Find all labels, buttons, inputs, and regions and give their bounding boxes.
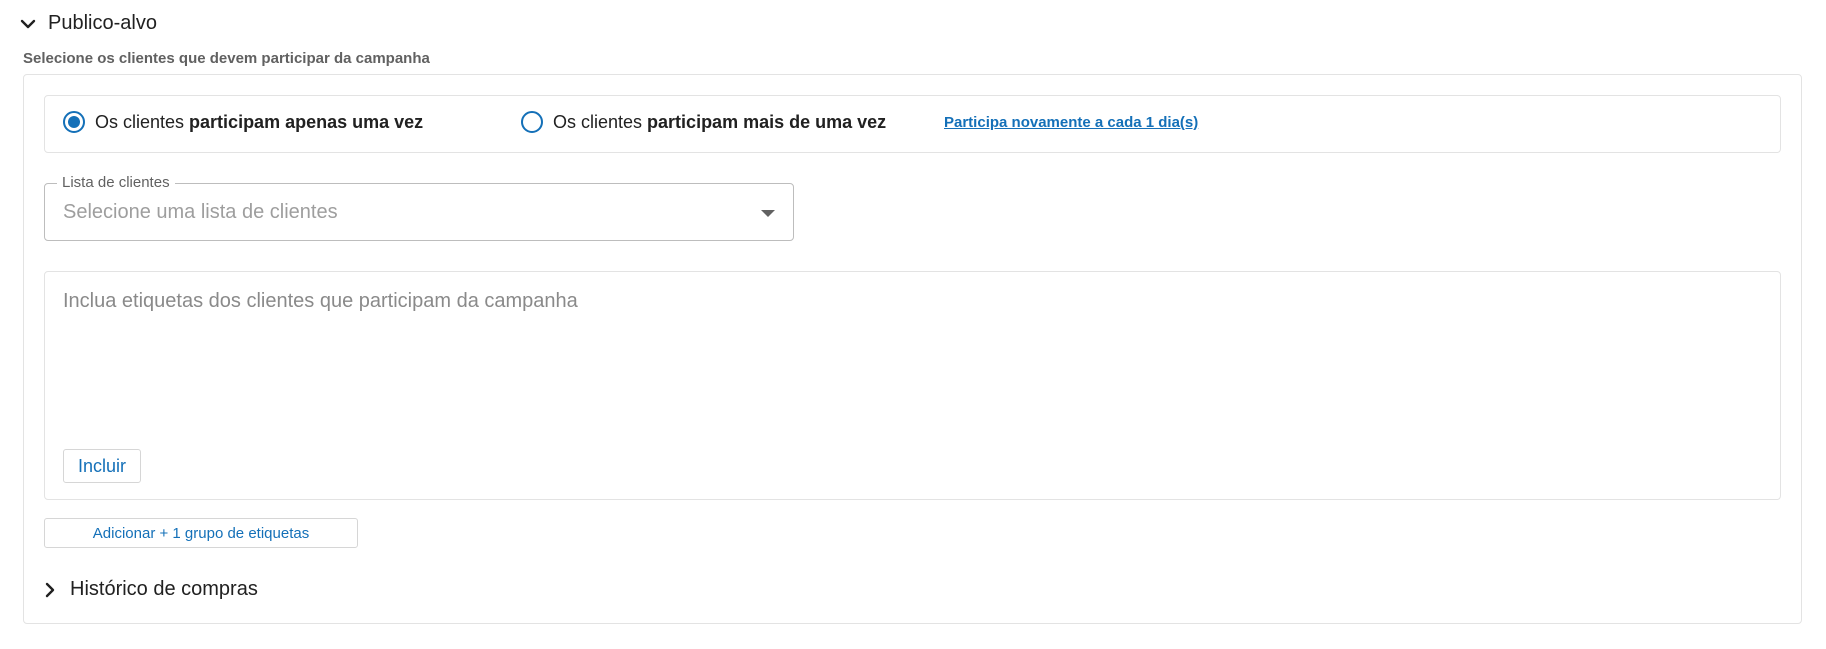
- tags-input-area[interactable]: Inclua etiquetas dos clientes que partic…: [44, 271, 1781, 500]
- client-list-select[interactable]: Lista de clientes Selecione uma lista de…: [44, 174, 794, 241]
- radio-label-bold: participam mais de uma vez: [647, 111, 887, 132]
- chevron-right-icon: [45, 582, 55, 597]
- tags-placeholder: Inclua etiquetas dos clientes que partic…: [63, 290, 578, 312]
- radio-label-prefix: Os clientes: [553, 111, 648, 132]
- radio-participate-multiple[interactable]: Os clientes participam mais de uma vez: [521, 111, 886, 133]
- section-title: Publico-alvo: [48, 12, 157, 34]
- include-tags-button[interactable]: Incluir: [63, 449, 142, 483]
- radio-label-prefix: Os clientes: [95, 111, 190, 132]
- radio-dot: [68, 116, 80, 128]
- client-list-placeholder: Selecione uma lista de clientes: [63, 201, 338, 223]
- radio-participate-once-label: Os clientes participam apenas uma vez: [95, 112, 423, 133]
- history-title: Histórico de compras: [70, 578, 258, 600]
- participation-options: Os clientes participam apenas uma vez Os…: [44, 95, 1781, 153]
- caret-down-icon: [761, 210, 775, 217]
- section-toggle-historico[interactable]: Histórico de compras: [40, 578, 258, 601]
- section-subtitle: Selecione os clientes que devem particip…: [23, 50, 430, 67]
- repeat-interval-link[interactable]: Participa novamente a cada 1 dia(s): [944, 114, 1198, 131]
- radio-checked-icon: [63, 111, 85, 133]
- client-list-label: Lista de clientes: [57, 174, 175, 191]
- radio-participate-multiple-label: Os clientes participam mais de uma vez: [553, 112, 886, 133]
- add-tag-group-button[interactable]: Adicionar + 1 grupo de etiquetas: [44, 518, 358, 548]
- section-toggle-publico-alvo[interactable]: Publico-alvo: [18, 12, 157, 35]
- radio-participate-once[interactable]: Os clientes participam apenas uma vez: [63, 111, 423, 133]
- radio-unchecked-icon: [521, 111, 543, 133]
- chevron-down-icon: [20, 19, 36, 28]
- page: Publico-alvo Selecione os clientes que d…: [0, 0, 1826, 649]
- radio-label-bold: participam apenas uma vez: [189, 111, 424, 132]
